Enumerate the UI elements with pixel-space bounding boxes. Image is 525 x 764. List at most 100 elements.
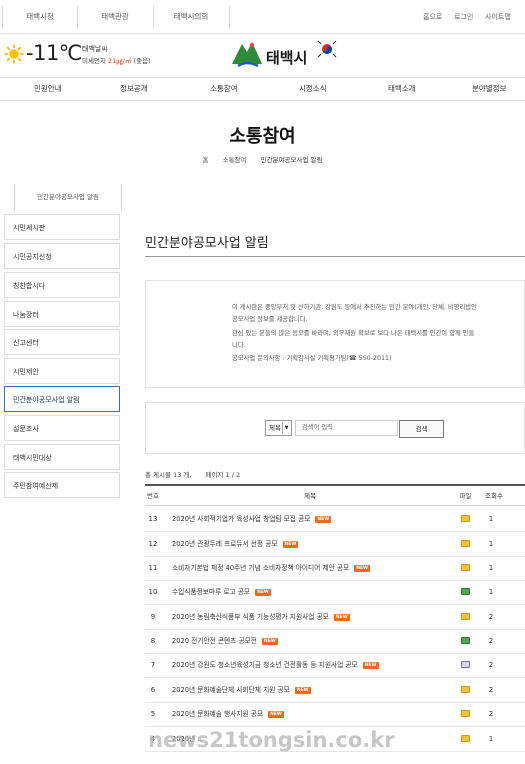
search-button[interactable]: 검색 [399,420,444,438]
page-indicator: 페이지 1 / 2 [205,471,241,479]
table-row[interactable]: 9 2020년 농림축산식품부 식품 기능성평가 지원사업 공모 NEW 2 [145,605,525,630]
site-link-cityhall[interactable]: 태백시청 [4,0,76,34]
folder-icon[interactable] [461,564,470,571]
logo-text: 태백시 [266,49,308,67]
breadcrumb-current: 민간분야공모사업 알림 [260,156,323,164]
site-logo[interactable]: 태백시 [228,36,344,72]
row-title-link[interactable]: 2020년 문화예술 행사지원 공모 NEW [172,702,284,726]
notice-line: 관심 있는 분들의 많은 응모를 바라며, 외부재원 확보로 보다 나은 태백시… [232,330,475,337]
breadcrumb-home[interactable]: 홈 [203,156,209,164]
folder-icon[interactable] [461,613,470,620]
notice-contact: 공모사업 문의사항 : 기획감사실 기획평가팀(☎ 550-2011) [232,355,392,362]
row-views: 2 [488,710,494,718]
chevron-down-icon: ▼ [282,422,290,434]
breadcrumb-section[interactable]: 소통참여 [223,156,247,164]
sidebar-item-budget[interactable]: 주민참여예산제 [4,472,120,498]
col-header-title: 제목 [304,492,316,500]
main-nav: 민원안내 정보공개 소통참여 시정소식 태백소개 분야별정보 [0,77,525,101]
table-row[interactable]: 12 2020년 관광두레 프로듀서 선정 공모 NEW 1 [145,532,525,557]
sidebar-item-report[interactable]: 신고센터 [4,329,120,355]
folder-icon[interactable] [461,710,470,717]
sidebar-item-proposal[interactable]: 시민제안 [4,358,120,384]
document-icon[interactable] [461,637,470,644]
dust-label: 미세먼지 [82,57,106,65]
new-badge: NEW [261,638,278,645]
row-title-link[interactable]: 2020년 강원도 청소년육성기금 청소년 건전활동 등 지원사업 공모 NEW [172,653,379,677]
table-row[interactable]: 10 수입식품정보마루 로고 공모 NEW 1 [145,580,525,605]
table-row[interactable]: 6 2020년 문화예술단체 사회단체 지원 공모 NEW 2 [145,678,525,703]
row-title-text: 2020년 농림축산식품부 식품 기능성평가 지원사업 공모 [172,613,329,621]
nav-item-info[interactable]: 정보공개 [120,78,148,100]
dust-value: 21㎍/㎥ [108,57,132,65]
folder-icon[interactable] [461,735,470,742]
row-views: 1 [488,540,494,548]
row-title-link[interactable]: 2020년 사회적기업가 육성사업 창업팀 모집 공모 NEW [172,507,332,531]
row-views: 2 [488,686,494,694]
row-title-link[interactable]: 2020년 관광두레 프로듀서 선정 공모 NEW [172,532,299,556]
row-views: 2 [488,661,494,669]
row-title-text: 2020년 강원도 청소년육성기금 청소년 건전활동 등 지원사업 공모 [172,661,358,669]
folder-icon[interactable] [461,686,470,693]
table-row[interactable]: 8 2020 전기안전 콘텐츠 공모전 NEW 2 [145,629,525,654]
search-panel: 제목 ▼ 검색어 입력 검색 [145,402,525,454]
row-title-link[interactable]: 2020년 농림축산식품부 식품 기능성평가 지원사업 공모 NEW [172,605,350,629]
row-title-link[interactable]: 2020년 문화예술단체 사회단체 지원 공모 NEW [172,678,311,702]
new-badge: NEW [354,565,371,572]
sidebar-item-survey[interactable]: 설문조사 [4,415,120,441]
breadcrumb: 홈 소통참여 민간분야공모사업 알림 [0,154,525,164]
sidebar-item-citizen-award[interactable]: 태백시민대상 [4,444,120,470]
nav-item-about[interactable]: 태백소개 [388,78,416,100]
col-header-views: 조회수 [485,492,503,500]
col-header-file: 파일 [459,492,472,500]
nav-item-participation[interactable]: 소통참여 [210,78,238,100]
new-badge: NEW [315,516,332,523]
row-title-text: 2020년 사회적기업가 육성사업 창업팀 모집 공모 [172,515,311,523]
divider [229,6,230,28]
row-views: 2 [488,613,494,621]
row-title-link[interactable]: 2020 전기안전 콘텐츠 공모전 NEW [172,629,278,653]
nav-item-civil[interactable]: 민원안내 [34,78,62,100]
sidebar-item-praise[interactable]: 칭찬합시다 [4,272,120,298]
new-badge: NEW [362,662,379,669]
row-views: 1 [488,588,494,596]
row-number: 12 [148,540,158,548]
sitemap-link[interactable]: 사이트맵 [485,0,511,34]
table-row[interactable]: 5 2020년 문화예술 행사지원 공모 NEW 2 [145,702,525,727]
document-icon[interactable] [461,588,470,595]
notice-line: 이 게시판은 중앙부처 및 산하기관, 강원도 등에서 추진하는 민간 분야(개… [232,304,477,311]
sidebar-item-notice-request[interactable]: 시민공지신청 [4,243,120,269]
logo-mountain-icon [232,42,262,68]
home-link[interactable]: 홈으로 [423,0,442,34]
table-row[interactable]: 13 2020년 사회적기업가 육성사업 창업팀 모집 공모 NEW 1 [145,507,525,532]
weather-label: 태백날씨 [82,45,108,53]
row-title-text: 2020 전기안전 콘텐츠 공모전 [172,637,257,645]
row-number: 5 [150,710,156,718]
table-row[interactable]: 11 소비자기본법 제정 40주년 기념 소비자정책 아이디어 제안 공모 NEW 1 [145,556,525,581]
row-title-link[interactable]: 소비자기본법 제정 40주년 기념 소비자정책 아이디어 제안 공모 NEW [172,556,371,580]
search-field-value: 제목 [269,424,281,432]
search-field-select[interactable]: 제목 ▼ [265,420,292,436]
row-views: 1 [488,735,494,743]
row-title-link[interactable]: 수입식품정보마루 로고 공모 NEW [172,580,271,604]
dust-grade: (좋음) [133,57,151,65]
site-link-tourism[interactable]: 태백관광 [78,0,152,34]
folder-icon[interactable] [461,540,470,547]
site-link-council[interactable]: 태백시의회 [154,0,228,34]
new-badge: NEW [255,589,271,596]
sidebar-sub-tab[interactable]: 민간분야공모사업 알림 [14,184,122,210]
new-badge: NEW [282,541,299,548]
temperature-value: -11℃ [26,41,82,65]
sidebar-item-board[interactable]: 시민게시판 [4,214,120,240]
total-count: 총 게시물 13 개, [145,471,192,479]
table-row[interactable]: 7 2020년 강원도 청소년육성기금 청소년 건전활동 등 지원사업 공모 NEW… [145,653,525,678]
image-file-icon[interactable] [461,661,470,668]
login-link[interactable]: 로그인 [454,0,473,34]
search-input[interactable]: 검색어 입력 [295,420,398,436]
sidebar-item-public-contest[interactable]: 민간분야공모사업 알림 [4,386,120,412]
nav-item-news[interactable]: 시정소식 [299,78,327,100]
weather-widget: -11℃ 태백날씨 미세먼지 21㎍/㎥ (좋음) [2,40,202,70]
sidebar-item-market[interactable]: 나눔장터 [4,301,120,327]
nav-item-field[interactable]: 분야별정보 [472,78,507,100]
row-number: 13 [148,515,158,523]
folder-icon[interactable] [461,515,470,522]
